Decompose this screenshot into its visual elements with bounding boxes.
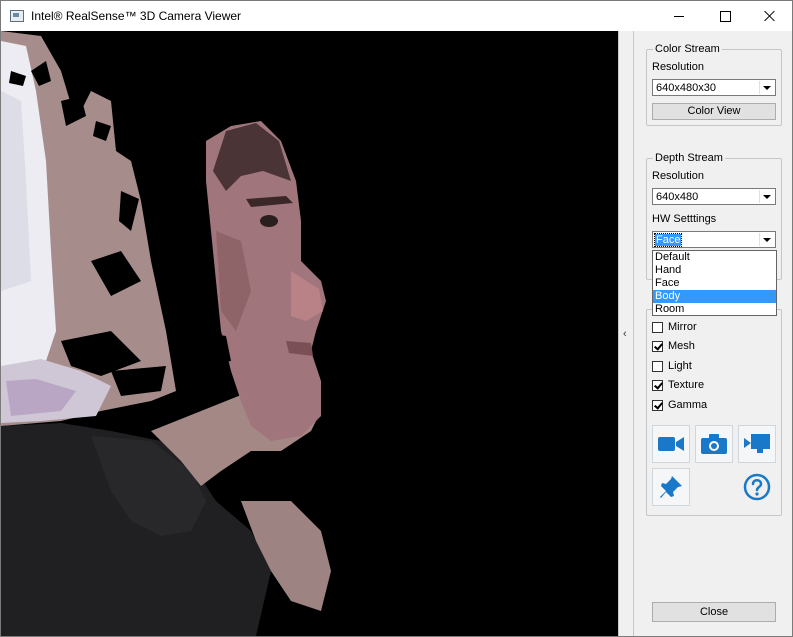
chevron-left-icon[interactable]: ‹ — [623, 328, 627, 340]
depth-resolution-select[interactable]: 640x480 — [652, 188, 776, 205]
maximize-button[interactable] — [702, 1, 748, 31]
record-video-button[interactable] — [652, 425, 690, 463]
gamma-checkbox[interactable] — [652, 399, 663, 411]
title-bar: Intel® RealSense™ 3D Camera Viewer — [1, 1, 792, 31]
maximize-icon — [719, 10, 731, 22]
mirror-checkbox-row[interactable]: Mirror — [652, 319, 697, 335]
depth-mesh-render — [1, 31, 618, 636]
texture-checkbox-row[interactable]: Texture — [652, 377, 704, 393]
gamma-checkbox-row[interactable]: Gamma — [652, 397, 707, 413]
mesh-label: Mesh — [668, 340, 695, 352]
hw-settings-options: Default Hand Face Body Room — [652, 250, 777, 316]
hw-option-default[interactable]: Default — [653, 251, 776, 264]
chevron-down-icon[interactable] — [759, 233, 774, 246]
export-button[interactable] — [738, 425, 776, 463]
gamma-label: Gamma — [668, 399, 708, 411]
photo-camera-icon — [701, 434, 727, 454]
camera-viewport[interactable] — [1, 31, 618, 636]
mirror-checkbox[interactable] — [652, 321, 663, 333]
video-camera-icon — [658, 437, 684, 451]
hw-option-hand[interactable]: Hand — [653, 264, 776, 277]
mirror-label: Mirror — [668, 321, 697, 333]
chevron-down-icon[interactable] — [759, 81, 774, 94]
window-title: Intel® RealSense™ 3D Camera Viewer — [31, 9, 242, 23]
panel-splitter[interactable]: ‹ — [618, 31, 634, 636]
mesh-checkbox-row[interactable]: Mesh — [652, 338, 695, 354]
help-button[interactable] — [738, 468, 776, 506]
texture-checkbox[interactable] — [652, 379, 663, 391]
mesh-checkbox[interactable] — [652, 340, 663, 352]
close-window-button[interactable] — [747, 1, 792, 31]
hw-option-face[interactable]: Face — [653, 277, 776, 290]
depth-resolution-label: Resolution — [652, 170, 704, 182]
color-stream-legend: Color Stream — [653, 43, 722, 55]
hw-settings-select[interactable]: Face — [652, 231, 776, 248]
light-checkbox[interactable] — [652, 360, 663, 372]
hw-settings-label: HW Setttings — [652, 213, 717, 225]
export-screen-icon — [744, 434, 770, 453]
depth-resolution-value: 640x480 — [656, 191, 699, 203]
app-window: Intel® RealSense™ 3D Camera Viewer ‹ Col… — [0, 0, 793, 637]
light-label: Light — [668, 360, 692, 372]
color-resolution-select[interactable]: 640x480x30 — [652, 79, 776, 96]
color-view-button[interactable]: Color View — [652, 103, 776, 120]
color-resolution-label: Resolution — [652, 61, 704, 73]
snapshot-button[interactable] — [695, 425, 733, 463]
chevron-down-icon[interactable] — [759, 190, 774, 203]
hw-settings-value: Face — [653, 233, 683, 247]
hw-option-body[interactable]: Body — [653, 290, 776, 303]
pin-button[interactable] — [652, 468, 690, 506]
texture-label: Texture — [668, 379, 705, 391]
pin-icon — [660, 476, 682, 498]
help-icon — [743, 473, 771, 501]
minimize-button[interactable] — [656, 1, 702, 31]
depth-stream-legend: Depth Stream — [653, 152, 725, 164]
hw-option-room[interactable]: Room — [653, 303, 776, 316]
color-resolution-value: 640x480x30 — [656, 82, 716, 94]
light-checkbox-row[interactable]: Light — [652, 358, 692, 374]
close-icon — [764, 10, 776, 22]
app-icon — [10, 10, 24, 22]
minimize-icon — [674, 15, 684, 17]
close-button[interactable]: Close — [652, 602, 776, 622]
